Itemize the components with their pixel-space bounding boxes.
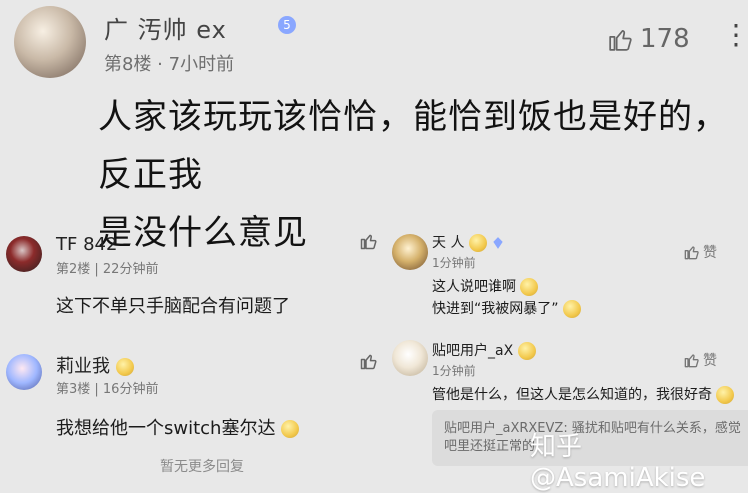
right-2-like-label: 赞 — [703, 353, 717, 369]
right-1-username[interactable]: 天 人 — [432, 232, 505, 252]
right-2-meta: 1分钟前 — [432, 364, 476, 378]
sun-emoji-icon — [468, 234, 487, 252]
avatar-right-1[interactable] — [392, 234, 428, 270]
right-2-username-text: 贴吧用户_aX — [432, 343, 514, 359]
right-1-meta: 1分钟前 — [432, 256, 476, 270]
avatar-main[interactable] — [14, 6, 86, 78]
right-2-like-button[interactable]: 赞 — [684, 350, 717, 370]
thumb-up-icon — [684, 244, 700, 260]
right-2-username[interactable]: 贴吧用户_aX — [432, 340, 536, 360]
emoji-icon — [115, 358, 134, 376]
main-meta: 第8楼 · 7小时前 — [104, 54, 235, 75]
left-1-text: 这下不单只手脑配合有问题了 — [56, 296, 290, 317]
left-2-meta: 第3楼 | 16分钟前 — [56, 382, 159, 397]
right-1-like-label: 赞 — [703, 245, 717, 261]
level-badge-number: 5 — [278, 15, 296, 34]
smile-emoji-icon — [562, 300, 581, 318]
no-more-replies: 暂无更多回复 — [160, 459, 244, 475]
more-vert-icon[interactable]: ⋮ — [722, 18, 748, 51]
left-2-username-text: 莉业我 — [56, 356, 110, 377]
left-1-meta: 第2楼 | 22分钟前 — [56, 262, 159, 277]
right-1-line-2-text: 快进到“我被网暴了” — [432, 301, 559, 317]
laugh-emoji-icon — [520, 278, 539, 296]
right-2-line-1-text: 管他是什么，但这人是怎么知道的，我很好奇 — [432, 387, 712, 403]
main-username[interactable]: 广 汚帅 ex — [104, 10, 227, 45]
thumb-up-icon — [684, 352, 700, 368]
thumb-up-icon — [360, 232, 378, 250]
zhihu-watermark: 知乎 @AsamiAkise — [530, 432, 706, 493]
right-2-text: 管他是什么，但这人是怎么知道的，我很好奇 — [432, 384, 735, 404]
right-1-line-1-text: 这人说吧谁啊 — [432, 279, 516, 295]
right-1-text: 这人说吧谁啊 快进到“我被网暴了” — [432, 276, 581, 320]
main-like-button[interactable]: 178 — [608, 24, 690, 54]
left-1-like-button[interactable] — [360, 232, 378, 254]
right-1-line-1: 这人说吧谁啊 — [432, 276, 581, 298]
left-2-text-content: 我想给他一个switch塞尔达 — [56, 418, 276, 439]
right-1-username-text: 天 人 — [432, 235, 465, 251]
left-2-username[interactable]: 莉业我 — [56, 352, 134, 378]
avatar-right-2[interactable] — [392, 340, 428, 376]
main-like-count: 178 — [640, 24, 690, 54]
avatar-left-1[interactable] — [6, 236, 42, 272]
thumb-up-icon — [360, 352, 378, 370]
left-1-username[interactable]: TF 842 — [56, 234, 117, 255]
diamond-icon — [491, 236, 505, 250]
curious-emoji-icon — [716, 386, 735, 404]
left-2-text: 我想给他一个switch塞尔达 — [56, 414, 300, 440]
right-1-like-button[interactable]: 赞 — [684, 242, 717, 262]
right-1-line-2: 快进到“我被网暴了” — [432, 298, 581, 320]
avatar-left-2[interactable] — [6, 354, 42, 390]
left-2-like-button[interactable] — [360, 352, 378, 374]
laugh-emoji-icon — [281, 420, 300, 438]
badge-emoji-icon — [517, 342, 536, 360]
thumb-up-icon — [608, 26, 634, 52]
level-badge: 5 — [278, 14, 296, 34]
main-comment-line-1: 人家该玩玩该恰恰，能恰到饭也是好的，反正我 — [98, 97, 728, 195]
